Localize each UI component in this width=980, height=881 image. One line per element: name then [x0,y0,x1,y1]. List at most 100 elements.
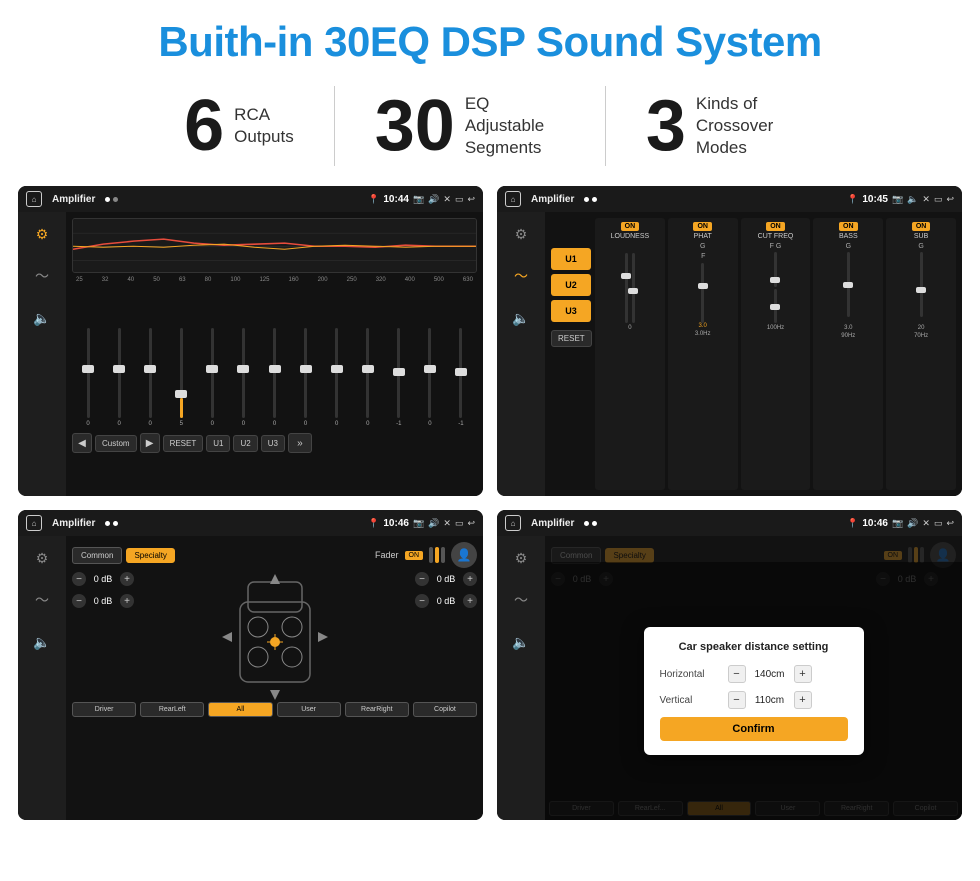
cutfreq-on[interactable]: ON [766,222,785,231]
dialog-vertical-minus[interactable]: − [728,691,746,709]
sub-on[interactable]: ON [912,222,931,231]
topbar-dialog: ⌂ Amplifier 📍 10:46 📷 🔊 ✕ ▭ ↩ [497,510,962,536]
bass-on[interactable]: ON [839,222,858,231]
dialog-horizontal-plus[interactable]: + [794,665,812,683]
avatar[interactable]: 👤 [451,542,477,568]
rearleft-btn[interactable]: RearLeft [140,702,204,717]
u3-btn[interactable]: U3 [261,435,285,452]
db-row-2: − 0 dB + [72,594,152,608]
dialog-vertical-row: Vertical − 110cm + [660,691,848,709]
prev-btn[interactable]: ◀ [72,433,92,453]
db-plus-4[interactable]: + [463,594,477,608]
db-plus-1[interactable]: + [120,572,134,586]
battery-icon-3: ▭ [455,518,464,529]
user-btn[interactable]: User [277,702,341,717]
speaker-icon-3[interactable]: 🔈 [28,628,56,656]
screens-grid: ⌂ Amplifier 📍 10:44 📷 🔊 ✕ ▭ ↩ ⚙ 〜 🔈 [0,182,980,830]
fader-on-badge[interactable]: ON [405,551,424,560]
topbar-right-eq: 📍 10:44 📷 🔊 ✕ ▭ ↩ [368,194,475,205]
eq-slider-11[interactable]: -1 [385,287,413,427]
app-label-fader: Amplifier [52,518,95,529]
home-icon-2[interactable]: ⌂ [505,191,521,207]
eq-slider-1[interactable]: 0 [74,287,102,427]
back-icon-4[interactable]: ↩ [946,518,954,529]
db-minus-2[interactable]: − [72,594,86,608]
reset-crossover[interactable]: RESET [551,330,592,347]
forward-arrow[interactable]: » [288,433,312,453]
db-plus-3[interactable]: + [463,572,477,586]
eq-slider-2[interactable]: 0 [105,287,133,427]
eq-slider-6[interactable]: 0 [229,287,257,427]
back-icon-2[interactable]: ↩ [946,194,954,205]
location-icon-3: 📍 [368,518,379,529]
back-icon-3[interactable]: ↩ [467,518,475,529]
reset-btn[interactable]: RESET [163,435,204,452]
custom-btn[interactable]: Custom [95,435,137,452]
dialog-horizontal-minus[interactable]: − [728,665,746,683]
wave-icon-3[interactable]: 〜 [28,586,56,614]
confirm-button[interactable]: Confirm [660,717,848,741]
fader-top-bar: Common Specialty Fader ON 👤 [72,542,477,568]
u1-crossover[interactable]: U1 [551,248,591,270]
eq-icon-4[interactable]: ⚙ [507,544,535,572]
loudness-label: LOUDNESS [611,233,650,240]
speaker-icon[interactable]: 🔈 [28,304,56,332]
eq-graph [72,218,477,273]
u2-btn[interactable]: U2 [233,435,257,452]
next-btn[interactable]: ▶ [140,433,160,453]
rearright-btn[interactable]: RearRight [345,702,409,717]
speaker-icon-4[interactable]: 🔈 [507,628,535,656]
eq-slider-12[interactable]: 0 [416,287,444,427]
eq-slider-9[interactable]: 0 [323,287,351,427]
eq-bottom-controls: ◀ Custom ▶ RESET U1 U2 U3 » [72,433,477,453]
eq-icon-2[interactable]: ⚙ [507,220,535,248]
home-icon[interactable]: ⌂ [26,191,42,207]
camera-icon-4: 📷 [892,518,903,529]
loudness-on[interactable]: ON [621,222,640,231]
status-dots [105,197,118,202]
phat-on[interactable]: ON [693,222,712,231]
db-row-1: − 0 dB + [72,572,152,586]
volume-icon-3: 🔊 [428,518,439,529]
screen-content-eq: ⚙ 〜 🔈 [18,212,483,496]
eq-slider-13[interactable]: -1 [447,287,475,427]
dialog-vertical-plus[interactable]: + [794,691,812,709]
screen-content-fader: ⚙ 〜 🔈 Common Specialty Fader ON [18,536,483,820]
eq-slider-8[interactable]: 0 [292,287,320,427]
eq-slider-3[interactable]: 0 [136,287,164,427]
dialog-vertical-value: 110cm [750,695,790,706]
specialty-tab[interactable]: Specialty [126,548,174,563]
db-minus-4[interactable]: − [415,594,429,608]
common-tab[interactable]: Common [72,547,122,564]
home-icon-4[interactable]: ⌂ [505,515,521,531]
eq-slider-4[interactable]: 5 [167,287,195,427]
db-plus-2[interactable]: + [120,594,134,608]
db-minus-3[interactable]: − [415,572,429,586]
u1-btn[interactable]: U1 [206,435,230,452]
copilot-btn[interactable]: Copilot [413,702,477,717]
all-btn[interactable]: All [208,702,272,717]
stat-rca: 6 RCAOutputs [144,90,334,162]
time-dialog: 10:46 [862,518,888,529]
fader-bottom-btns: Driver RearLeft All User RearRight Copil… [72,702,477,717]
eq-sliders-area: 0 0 0 5 0 [72,287,477,427]
topbar-right-crossover: 📍 10:45 📷 🔈 ✕ ▭ ↩ [847,194,954,205]
eq-slider-10[interactable]: 0 [354,287,382,427]
speaker-icon-2[interactable]: 🔈 [507,304,535,332]
eq-icon[interactable]: ⚙ [28,220,56,248]
u3-crossover[interactable]: U3 [551,300,591,322]
home-icon-3[interactable]: ⌂ [26,515,42,531]
wave-icon-4[interactable]: 〜 [507,586,535,614]
back-icon[interactable]: ↩ [467,194,475,205]
wave-icon-2[interactable]: 〜 [507,262,535,290]
eq-slider-5[interactable]: 0 [198,287,226,427]
driver-btn[interactable]: Driver [72,702,136,717]
eq-slider-7[interactable]: 0 [260,287,288,427]
db-minus-1[interactable]: − [72,572,86,586]
cutfreq-label: CUT FREQ [758,233,794,240]
eq-icon-3[interactable]: ⚙ [28,544,56,572]
u2-crossover[interactable]: U2 [551,274,591,296]
dialog-horizontal-label: Horizontal [660,669,720,680]
wave-icon[interactable]: 〜 [28,262,56,290]
side-panel-dialog: ⚙ 〜 🔈 [497,536,545,820]
